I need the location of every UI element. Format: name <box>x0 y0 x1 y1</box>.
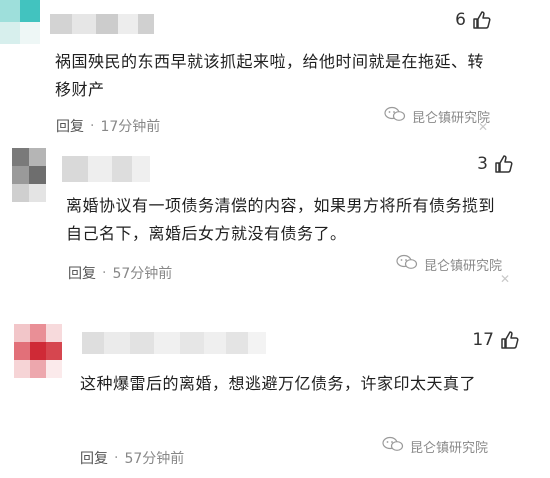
like-count: 17 <box>472 330 494 350</box>
watermark: 昆仑镇研究院 <box>382 436 488 456</box>
comment-meta: 回复 · 57分钟前 <box>80 448 184 468</box>
watermark-text: 昆仑镇研究院 <box>410 440 489 456</box>
thumbs-up-icon <box>472 10 492 30</box>
wechat-icon <box>396 254 418 274</box>
close-icon[interactable]: ✕ <box>500 272 510 286</box>
avatar[interactable] <box>12 148 46 202</box>
comment-meta: 回复 · 17分钟前 <box>56 116 160 136</box>
comment-meta: 回复 · 57分钟前 <box>68 263 172 283</box>
separator-dot: · <box>114 450 119 466</box>
watermark: 昆仑镇研究院 <box>384 106 490 126</box>
reply-button[interactable]: 回复 <box>56 116 84 136</box>
like-button[interactable]: 17 <box>472 330 520 350</box>
username-blurred[interactable] <box>82 332 266 354</box>
thumbs-up-icon <box>500 330 520 350</box>
comment-text: 这种爆雷后的离婚，想逃避万亿债务，许家印太天真了 <box>80 374 477 393</box>
comment-item: 3 离婚协议有一项债务清偿的内容，如果男方将所有债务揽到自己名下，离婚后女方就没… <box>0 140 550 305</box>
timestamp: 57分钟前 <box>112 266 173 282</box>
like-button[interactable]: 3 <box>477 154 514 174</box>
reply-button[interactable]: 回复 <box>68 263 96 283</box>
comment-text: 离婚协议有一项债务清偿的内容，如果男方将所有债务揽到自己名下，离婚后女方就没有债… <box>66 196 496 243</box>
like-button[interactable]: 6 <box>455 10 492 30</box>
username-blurred[interactable] <box>62 156 150 182</box>
watermark-text: 昆仑镇研究院 <box>424 258 503 274</box>
comment-text: 祸国殃民的东西早就该抓起来啦，给他时间就是在拖延、转移财产 <box>55 52 485 99</box>
avatar[interactable] <box>0 0 40 44</box>
like-count: 6 <box>455 10 466 30</box>
thumbs-up-icon <box>494 154 514 174</box>
comment-item: 17 这种爆雷后的离婚，想逃避万亿债务，许家印太天真了 回复 · 57分钟前 昆… <box>0 318 550 478</box>
wechat-icon <box>384 106 406 126</box>
timestamp: 57分钟前 <box>124 451 185 467</box>
close-icon[interactable]: ✕ <box>478 120 488 134</box>
like-count: 3 <box>477 154 488 174</box>
separator-dot: · <box>90 118 95 134</box>
wechat-icon <box>382 436 404 456</box>
timestamp: 17分钟前 <box>100 119 161 135</box>
username-blurred[interactable] <box>50 14 154 34</box>
watermark: 昆仑镇研究院 <box>396 254 502 274</box>
comment-item: 6 祸国殃民的东西早就该抓起来啦，给他时间就是在拖延、转移财产 回复 · 17分… <box>0 0 550 150</box>
reply-button[interactable]: 回复 <box>80 448 108 468</box>
avatar[interactable] <box>14 324 62 378</box>
separator-dot: · <box>102 265 107 281</box>
